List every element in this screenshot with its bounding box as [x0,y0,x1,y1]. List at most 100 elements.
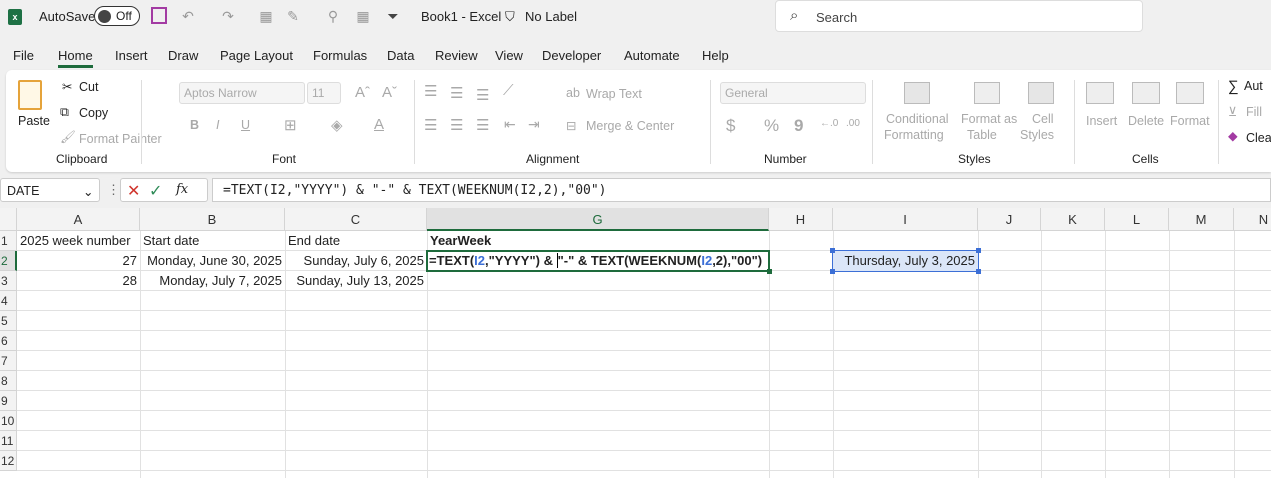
fill-handle[interactable] [767,269,772,274]
merge-center-button[interactable]: Merge & Center [586,119,674,133]
decrease-decimal-icon[interactable]: .00 [846,118,860,129]
autosum-button[interactable]: Aut [1244,79,1263,93]
insert-function-button[interactable]: fx [176,182,188,197]
align-middle-icon[interactable]: ☰ [450,84,463,102]
clear-button[interactable]: Clea [1246,131,1271,145]
italic-button[interactable]: I [216,118,219,132]
align-right-icon[interactable]: ☰ [476,116,489,134]
fill-color-icon[interactable]: ◈ [331,116,343,134]
percent-button[interactable]: % [764,116,779,136]
review-icon[interactable]: ▦ [355,8,371,24]
row-header-4[interactable]: 4 [0,291,17,311]
enter-icon[interactable]: ✓ [149,181,162,201]
copy-button[interactable]: Copy [79,106,108,120]
cell-i2-referenced[interactable]: Thursday, July 3, 2025 [830,248,981,274]
tab-review[interactable]: Review [435,48,478,63]
underline-button[interactable]: U [241,118,250,132]
font-color-icon[interactable]: A [374,116,384,133]
column-header-h[interactable]: H [769,208,833,231]
cell-g1[interactable]: YearWeek [427,231,494,251]
shrink-font-icon[interactable]: Aˇ [382,84,397,101]
comma-button[interactable]: 9 [794,116,803,136]
column-header-m[interactable]: M [1169,208,1234,231]
align-left-icon[interactable]: ☰ [424,116,437,134]
edit-doc-icon[interactable]: ✎ [285,8,301,24]
align-top-icon[interactable]: ☰ [424,82,437,100]
tab-draw[interactable]: Draw [168,48,198,63]
increase-decimal-icon[interactable]: ←.0 [820,118,838,129]
row-header-8[interactable]: 8 [0,371,17,391]
name-box[interactable]: DATE ⌄ [0,178,100,202]
fill-button[interactable]: Fill [1246,105,1262,119]
tab-home[interactable]: Home [58,48,93,68]
bold-button[interactable]: B [190,118,199,132]
cell-c1[interactable]: End date [285,231,343,251]
column-header-k[interactable]: K [1041,208,1105,231]
increase-indent-icon[interactable]: ⇥ [528,116,540,133]
cut-button[interactable]: Cut [79,80,98,94]
cancel-icon[interactable]: ✕ [127,181,140,201]
autosave-toggle[interactable]: Off [94,6,140,26]
row-header-3[interactable]: 3 [0,271,17,291]
column-header-n[interactable]: N [1234,208,1271,231]
tab-insert[interactable]: Insert [115,48,148,63]
font-size-select[interactable]: 11 [307,82,341,104]
grow-font-icon[interactable]: Aˆ [355,84,370,101]
column-header-l[interactable]: L [1105,208,1169,231]
insert-cells-button[interactable]: Insert [1086,114,1117,128]
align-center-icon[interactable]: ☰ [450,116,463,134]
tab-help[interactable]: Help [702,48,729,63]
number-format-select[interactable]: General [720,82,866,104]
currency-button[interactable]: $ [726,116,735,136]
more-options-icon[interactable]: ⋮ [107,182,120,198]
formula-input[interactable]: =TEXT(I2,"YYYY") & "-" & TEXT(WEEKNUM(I2… [212,178,1271,202]
tab-file[interactable]: File [13,48,34,63]
row-header-12[interactable]: 12 [0,451,17,471]
cell-styles-line2[interactable]: Styles [1020,128,1054,142]
tab-developer[interactable]: Developer [542,48,601,63]
sensitivity-label[interactable]: No Label [525,9,577,24]
format-painter-button[interactable]: Format Painter [79,132,162,146]
column-header-j[interactable]: J [978,208,1041,231]
borders-icon[interactable]: ⊞ [284,116,297,134]
select-all-corner[interactable] [0,208,17,231]
orientation-icon[interactable]: ⟋ [503,82,514,99]
font-name-select[interactable]: Aptos Narrow [179,82,305,104]
format-as-table-line2[interactable]: Table [967,128,997,142]
search-box[interactable]: ⌕ Search [775,0,1143,32]
decrease-indent-icon[interactable]: ⇤ [504,116,516,133]
format-cells-button[interactable]: Format [1170,114,1210,128]
row-header-2[interactable]: 2 [0,251,17,271]
row-header-10[interactable]: 10 [0,411,17,431]
undo-icon[interactable]: ↶ [180,8,196,24]
column-header-b[interactable]: B [140,208,285,231]
row-header-9[interactable]: 9 [0,391,17,411]
row-header-1[interactable]: 1 [0,231,17,251]
cell-b3[interactable]: Monday, July 7, 2025 [140,271,285,291]
tab-data[interactable]: Data [387,48,414,63]
tab-page-layout[interactable]: Page Layout [220,48,293,63]
row-header-6[interactable]: 6 [0,331,17,351]
spreadsheet-grid[interactable]: A B C G H I J K L M N 1 2 3 4 5 6 7 8 9 10 11 12 20… [0,208,1271,478]
cell-b2[interactable]: Monday, June 30, 2025 [140,251,285,271]
align-bottom-icon[interactable]: ☰ [476,86,489,104]
customize-toolbar-icon[interactable]: ⏷ [385,8,401,24]
cell-g2-editing[interactable]: =TEXT(I2,"YYYY") & "-" & TEXT(WEEKNUM(I2… [426,250,772,274]
cell-c3[interactable]: Sunday, July 13, 2025 [285,271,427,291]
form-icon[interactable]: ▦ [258,8,274,24]
redo-icon[interactable]: ↷ [220,8,236,24]
paste-button[interactable]: Paste [18,114,50,128]
tab-automate[interactable]: Automate [624,48,680,63]
row-header-5[interactable]: 5 [0,311,17,331]
row-header-11[interactable]: 11 [0,431,17,451]
cell-b1[interactable]: Start date [140,231,202,251]
column-header-i[interactable]: I [833,208,978,231]
format-as-table-line1[interactable]: Format as [961,112,1017,126]
wrap-text-button[interactable]: Wrap Text [586,87,642,101]
cell-styles-line1[interactable]: Cell [1032,112,1054,126]
row-header-7[interactable]: 7 [0,351,17,371]
cell-c2[interactable]: Sunday, July 6, 2025 [285,251,427,271]
tab-view[interactable]: View [495,48,523,63]
conditional-formatting-line1[interactable]: Conditional [886,112,949,126]
cell-a3[interactable]: 28 [17,271,140,291]
